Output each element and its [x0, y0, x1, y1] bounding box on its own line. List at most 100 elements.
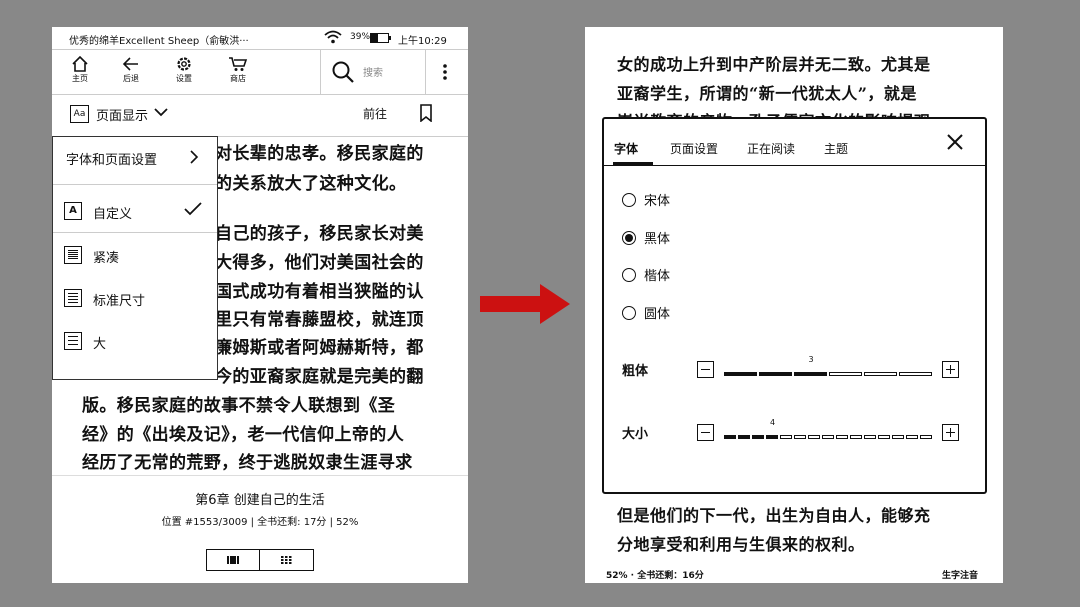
back-button[interactable]: 后退	[111, 54, 151, 90]
radio-button[interactable]	[622, 193, 636, 207]
status-bar: 优秀的绵羊Excellent Sheep（俞敏洪··· 39% 上午10:29	[52, 27, 468, 49]
page-display-button[interactable]: 页面显示	[96, 105, 148, 124]
view-toggle	[206, 549, 314, 571]
font-settings-panel: 字体 页面设置 正在阅读 主题 宋体 黑体 楷体 圆体 粗体 3 大小 4	[602, 117, 987, 494]
slider-segment	[794, 372, 827, 376]
slider-segment	[724, 372, 757, 376]
left-screen: 优秀的绵羊Excellent Sheep（俞敏洪··· 39% 上午10:29 …	[52, 27, 468, 583]
home-label: 主页	[72, 74, 88, 83]
size-decrease-button[interactable]	[697, 424, 714, 441]
reading-line: 版。移民家庭的故事不禁令人联想到《圣	[82, 396, 396, 416]
settings-label: 设置	[176, 74, 192, 83]
menu-item-label: 标准尺寸	[93, 294, 146, 309]
size-increase-button[interactable]	[942, 424, 959, 441]
chevron-right-icon	[190, 150, 199, 164]
checkmark-icon	[184, 202, 202, 216]
radio-button-selected[interactable]	[622, 231, 636, 245]
goto-button[interactable]: 前往	[363, 105, 387, 122]
bookmark-icon[interactable]	[419, 104, 433, 122]
menu-item-label: 大	[93, 337, 107, 352]
font-aa-icon[interactable]: Aa	[70, 105, 89, 123]
search-icon	[332, 61, 354, 83]
menu-item-standard[interactable]: 标准尺寸	[53, 280, 217, 320]
phonetic-annotation-button[interactable]: 生字注音	[942, 568, 978, 581]
divider	[53, 232, 217, 233]
bold-slider[interactable]: 3	[724, 355, 932, 381]
bold-increase-button[interactable]	[942, 361, 959, 378]
slider-segment	[878, 435, 890, 439]
chevron-down-icon[interactable]	[154, 107, 168, 117]
menu-item-font-page-settings[interactable]: 字体和页面设置	[53, 137, 217, 177]
slider-segment	[899, 372, 932, 376]
back-label: 后退	[123, 74, 139, 83]
font-option-label: 楷体	[644, 269, 671, 284]
slider-segment	[738, 435, 750, 439]
reading-line: 亚裔学生，所谓的“新一代犹太人”，就是	[617, 84, 917, 103]
menu-item-label: 紧凑	[93, 251, 120, 266]
slider-value: 4	[770, 418, 776, 427]
close-icon[interactable]	[946, 133, 964, 151]
menu-item-custom[interactable]: A 自定义	[53, 192, 217, 232]
reading-progress: 52% · 全书还剩：16分	[606, 571, 704, 581]
slider-segment	[836, 435, 848, 439]
font-option-label: 圆体	[644, 307, 671, 322]
more-menu-icon[interactable]	[438, 62, 452, 82]
page-display-menu: 字体和页面设置 A 自定义 紧凑 标准尺寸 大	[52, 136, 218, 380]
large-lines-icon	[64, 332, 82, 350]
tab-now-reading[interactable]: 正在阅读	[747, 140, 795, 157]
slider-segment	[766, 435, 778, 439]
custom-a-icon: A	[64, 202, 82, 220]
font-option-label: 黑体	[644, 232, 671, 247]
page-view-icon	[227, 556, 239, 564]
radio-button[interactable]	[622, 306, 636, 320]
reading-line: 国式成功有着相当狭隘的认	[215, 282, 424, 302]
reading-line: 廉姆斯或者阿姆赫斯特，都	[215, 338, 424, 358]
reading-line: 分地享受和利用与生俱来的权利。	[617, 535, 865, 554]
slider-segment	[864, 435, 876, 439]
grid-view-icon	[281, 556, 292, 564]
reading-line: 自己的孩子，移民家长对美	[215, 224, 424, 244]
tab-page-settings[interactable]: 页面设置	[670, 140, 718, 157]
slider-segment	[906, 435, 918, 439]
store-button[interactable]: 商店	[218, 54, 258, 90]
reading-line: 今的亚裔家庭就是完美的翻	[215, 367, 424, 387]
tab-font[interactable]: 字体	[614, 140, 638, 157]
menu-item-compact[interactable]: 紧凑	[53, 237, 217, 277]
settings-tabs: 字体 页面设置 正在阅读 主题	[604, 119, 985, 166]
reading-line: 但是他们的下一代，出生为自由人，能够充	[617, 506, 931, 525]
settings-button[interactable]: 设置	[164, 54, 204, 90]
bold-decrease-button[interactable]	[697, 361, 714, 378]
divider	[52, 475, 468, 476]
back-arrow-icon	[122, 57, 138, 71]
slider-segment	[864, 372, 897, 376]
radio-button[interactable]	[622, 268, 636, 282]
slider-segment	[794, 435, 806, 439]
slider-segment	[780, 435, 792, 439]
battery-percent: 39%	[350, 32, 371, 42]
menu-item-large[interactable]: 大	[53, 323, 217, 363]
page-view-button[interactable]	[207, 550, 259, 570]
reading-line: 里只有常春藤盟校，就连顶	[215, 310, 424, 330]
search-box[interactable]: 搜索	[320, 50, 426, 94]
grid-view-button[interactable]	[259, 550, 312, 570]
slider-segment	[808, 435, 820, 439]
home-button[interactable]: 主页	[60, 54, 100, 90]
clock: 上午10:29	[398, 36, 447, 47]
battery-icon	[370, 33, 391, 43]
compact-lines-icon	[64, 246, 82, 264]
slider-segment	[752, 435, 764, 439]
bold-label: 粗体	[622, 364, 649, 379]
slider-segment	[892, 435, 904, 439]
tab-theme[interactable]: 主题	[824, 140, 848, 157]
cart-icon	[229, 57, 248, 71]
page-display-bar: Aa 页面显示 前往	[52, 94, 468, 137]
toolbar: 主页 后退 设置 商店 搜索	[52, 49, 468, 95]
slider-value: 3	[808, 355, 814, 364]
book-title: 优秀的绵羊Excellent Sheep（俞敏洪···	[69, 36, 249, 47]
clipped-line	[52, 467, 468, 475]
reading-line: 女的成功上升到中产阶层并无二致。尤其是	[617, 55, 931, 74]
gear-icon	[177, 57, 191, 71]
size-slider[interactable]: 4	[724, 418, 932, 444]
divider	[53, 184, 217, 185]
slider-segment	[829, 372, 862, 376]
